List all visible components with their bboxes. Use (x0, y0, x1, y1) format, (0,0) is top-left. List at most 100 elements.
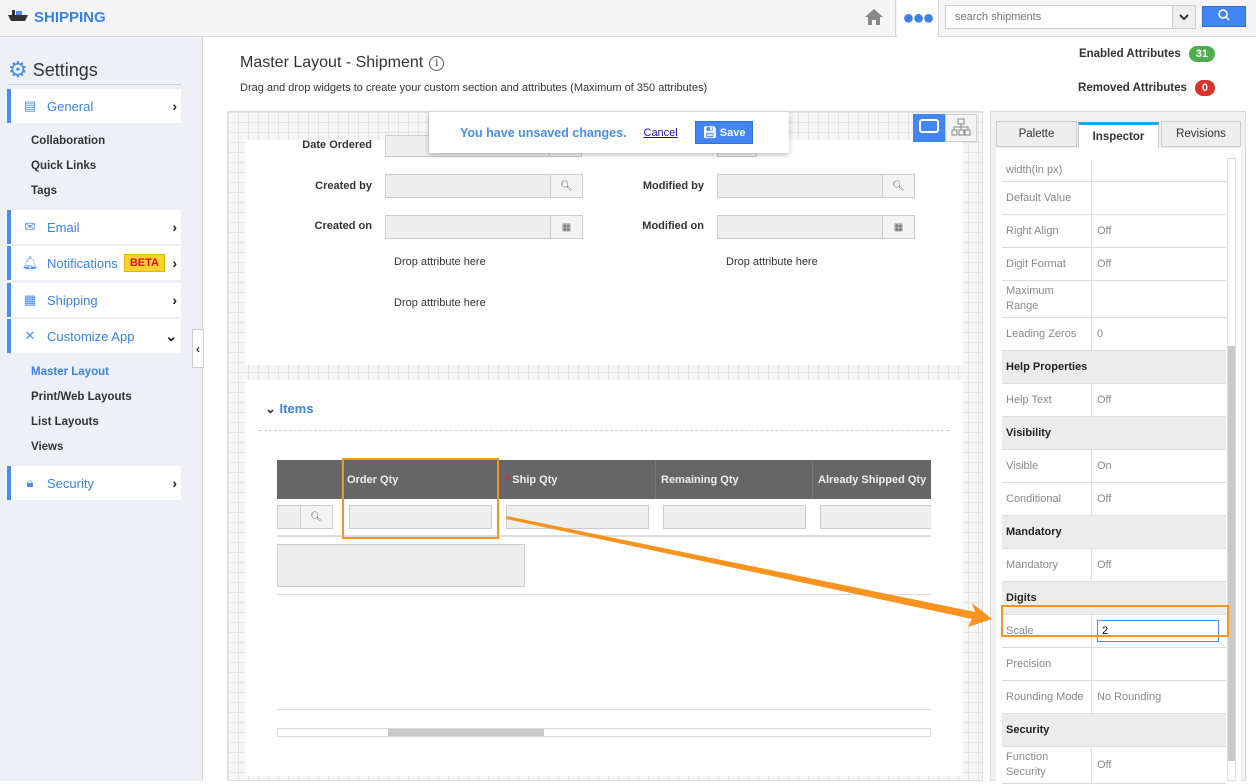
property-value[interactable] (1092, 182, 1226, 214)
drop-zone[interactable]: Drop attribute here (394, 297, 486, 309)
item-textarea[interactable] (277, 544, 525, 587)
tab-inspector[interactable]: Inspector (1078, 122, 1159, 148)
search-dropdown-button[interactable] (1172, 5, 1196, 29)
inspector-row: Function Security Off (1002, 747, 1226, 784)
created-by-field[interactable] (385, 174, 551, 198)
column-header-ship-qty[interactable]: * Ship Qty (499, 460, 656, 499)
inspector-scrollbar[interactable] (1227, 158, 1236, 781)
property-value[interactable]: Off (1092, 384, 1226, 416)
modified-by-field[interactable] (717, 174, 883, 198)
sidebar-sub-print-web-layouts[interactable]: Print/Web Layouts (31, 391, 132, 403)
search-icon: 🔍︎ (560, 180, 573, 192)
sidebar-sub-tags[interactable]: Tags (31, 185, 57, 197)
lock-icon: 🔒︎ (26, 475, 34, 490)
chevron-right-icon: › (172, 98, 177, 114)
property-name: Visible (1002, 450, 1092, 482)
modified-on-calendar-button[interactable]: ▦ (882, 215, 915, 239)
created-on-field[interactable] (385, 215, 551, 239)
inspector-row: Maximum Range (1002, 281, 1226, 318)
enabled-count-badge: 31 (1188, 46, 1215, 62)
shipping-icon: ▦ (23, 292, 37, 307)
property-value[interactable] (1092, 648, 1226, 680)
inspector-row: Conditional Off (1002, 483, 1226, 516)
modified-on-field[interactable] (717, 215, 883, 239)
inspector-row: Digit Format Off (1002, 248, 1226, 281)
chevron-down-icon (1179, 10, 1189, 24)
search-button[interactable] (1202, 6, 1246, 27)
inspector-row: Mandatory Off (1002, 549, 1226, 582)
cancel-link[interactable]: Cancel (644, 127, 678, 139)
required-mark: * (505, 473, 510, 486)
sidebar-sub-quick-links[interactable]: Quick Links (31, 160, 96, 172)
inspector-row: Leading Zeros 0 (1002, 318, 1226, 351)
more-button[interactable]: ●●● (897, 0, 939, 37)
save-button[interactable]: 💾︎ Save (694, 121, 754, 144)
table-header-cell (277, 460, 342, 499)
collapse-sidebar-button[interactable]: ‹ (192, 329, 204, 368)
column-header-already-shipped-qty[interactable]: Already Shipped Qty (813, 460, 931, 499)
sidebar-item-label: Email (47, 219, 80, 235)
sidebar-item-shipping[interactable]: ▦ Shipping › (7, 283, 181, 317)
sidebar-sub-collaboration[interactable]: Collaboration (31, 135, 105, 147)
property-name: Function Security (1002, 747, 1092, 783)
sidebar-item-customize-app[interactable]: ✕ Customize App ⌄ (7, 319, 181, 353)
inspector-section-header: Mandatory (1002, 516, 1226, 549)
property-value[interactable]: Off (1092, 248, 1226, 280)
sidebar-item-general[interactable]: ▤ General › (7, 89, 181, 123)
items-section-header[interactable]: ⌄ Items (265, 401, 313, 417)
removed-attributes[interactable]: Removed Attributes 0 (1078, 80, 1215, 96)
property-value[interactable] (1092, 281, 1226, 317)
tab-revisions[interactable]: Revisions (1161, 121, 1241, 147)
page-title-text: Master Layout - Shipment (240, 54, 424, 71)
property-value[interactable]: No Rounding (1092, 681, 1226, 713)
search-input[interactable] (945, 5, 1173, 29)
property-value[interactable]: Off (1092, 215, 1226, 247)
sidebar-item-label: Shipping (47, 292, 98, 308)
sidebar-item-notifications[interactable]: 🔔︎ Notifications BETA › (7, 246, 181, 280)
home-icon (864, 8, 884, 29)
property-name: Maximum Range (1002, 281, 1092, 317)
property-value[interactable]: On (1092, 450, 1226, 482)
scrollbar-thumb[interactable] (1228, 346, 1235, 761)
property-value[interactable]: Off (1092, 549, 1226, 581)
property-value[interactable]: Off (1092, 747, 1226, 783)
item-field[interactable] (277, 505, 301, 529)
sidebar-sub-master-layout[interactable]: Master Layout (31, 366, 109, 378)
more-icon: ●●● (902, 7, 934, 29)
gear-icon: ⚙ (8, 57, 28, 82)
modified-by-lookup-button[interactable]: 🔍︎ (882, 174, 915, 198)
ship-qty-field[interactable] (506, 505, 649, 529)
property-value[interactable]: 0 (1092, 318, 1226, 350)
property-value[interactable]: Off (1092, 483, 1226, 515)
drop-zone[interactable]: Drop attribute here (394, 256, 486, 268)
inspector-row: Default Value (1002, 182, 1226, 215)
property-name: width(in px) (1002, 160, 1092, 181)
info-icon[interactable]: i (429, 55, 445, 71)
remaining-qty-field[interactable] (663, 505, 806, 529)
field-label-date-ordered: Date Ordered (302, 139, 372, 151)
field-label-modified-on: Modified on (642, 220, 704, 232)
scrollbar-thumb[interactable] (388, 729, 544, 736)
column-header-remaining-qty[interactable]: Remaining Qty (656, 460, 813, 499)
sidebar-item-email[interactable]: ✉ Email › (7, 210, 181, 244)
tools-icon: ✕ (24, 328, 36, 343)
drop-zone[interactable]: Drop attribute here (726, 256, 818, 268)
desktop-view-button[interactable] (913, 114, 945, 142)
enabled-attributes[interactable]: Enabled Attributes 31 (1079, 46, 1215, 62)
tab-palette[interactable]: Palette (996, 121, 1077, 147)
sidebar-sub-views[interactable]: Views (31, 441, 63, 453)
hierarchy-view-button[interactable] (945, 114, 977, 142)
horizontal-scrollbar[interactable] (277, 728, 931, 737)
app-brand[interactable]: SHIPPING (8, 8, 106, 26)
home-button[interactable] (852, 0, 896, 37)
already-shipped-qty-field[interactable] (820, 505, 931, 529)
top-bar: SHIPPING ●●● (0, 0, 1256, 37)
property-value[interactable] (1092, 160, 1226, 181)
enabled-label: Enabled Attributes (1078, 48, 1181, 60)
calendar-icon: ▦ (561, 221, 572, 233)
sidebar-sub-list-layouts[interactable]: List Layouts (31, 416, 99, 428)
item-lookup-button[interactable]: 🔍︎ (300, 505, 333, 529)
monitor-icon: ▤ (23, 98, 37, 113)
sidebar-item-security[interactable]: 🔒︎ Security › (7, 466, 181, 500)
sidebar-item-label: General (47, 98, 94, 114)
